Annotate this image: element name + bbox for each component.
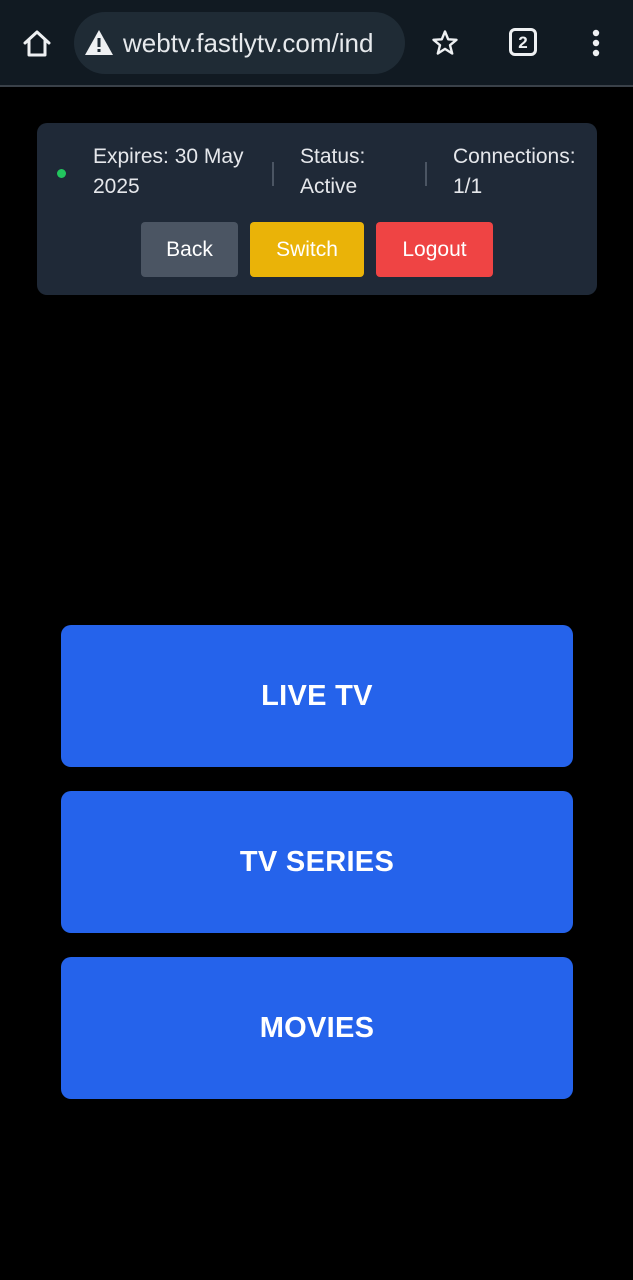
bookmark-button[interactable] (424, 22, 466, 64)
divider (425, 162, 427, 186)
logout-button[interactable]: Logout (376, 222, 493, 277)
switch-button[interactable]: Switch (250, 222, 364, 277)
active-status-dot (57, 169, 66, 178)
movies-button[interactable]: MOVIES (61, 957, 573, 1099)
more-vert-icon (592, 29, 600, 57)
browser-menu-button[interactable] (579, 22, 613, 64)
tab-switcher-button[interactable]: 2 (505, 24, 541, 60)
address-bar[interactable]: webtv.fastlytv.com/ind (74, 12, 405, 74)
url-text: webtv.fastlytv.com/ind (123, 28, 374, 58)
live-tv-button[interactable]: LIVE TV (61, 625, 573, 767)
home-icon (23, 30, 51, 57)
tv-series-button[interactable]: TV SERIES (61, 791, 573, 933)
browser-toolbar: webtv.fastlytv.com/ind 2 (0, 0, 633, 87)
connections-count: Connections: 1/1 (453, 145, 576, 198)
divider (272, 162, 274, 186)
expiry-date: Expires: 30 May 2025 (93, 145, 244, 198)
tab-count: 2 (509, 28, 537, 56)
back-button[interactable]: Back (141, 222, 238, 277)
star-icon (432, 30, 458, 55)
home-button[interactable] (14, 21, 60, 67)
account-status: Status: Active (300, 145, 366, 198)
not-secure-warning-icon (85, 30, 113, 55)
